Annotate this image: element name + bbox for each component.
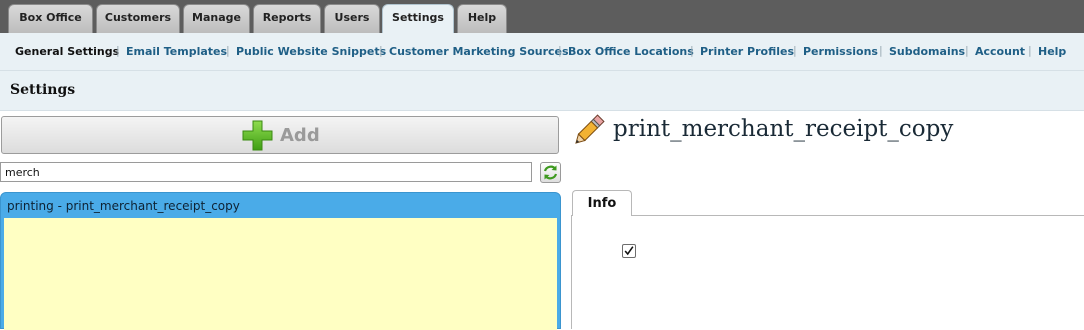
header-divider <box>0 110 1084 111</box>
settings-list: printing - print_merchant_receipt_copy <box>0 192 561 330</box>
subnav-permissions[interactable]: Permissions <box>803 45 878 58</box>
plus-icon <box>242 120 273 151</box>
subnav-separator: | <box>793 44 797 57</box>
tab-reports[interactable]: Reports <box>253 4 321 33</box>
tab-customers[interactable]: Customers <box>96 4 180 33</box>
tab-settings[interactable]: Settings <box>382 4 454 34</box>
subnav-separator: | <box>965 44 969 57</box>
detail-title: print_merchant_receipt_copy <box>613 116 954 142</box>
top-tab-bar: Box Office Customers Manage Reports User… <box>0 0 1084 34</box>
refresh-icon <box>543 165 558 180</box>
subnav-help[interactable]: Help <box>1038 45 1066 58</box>
subnav-printer-profiles[interactable]: Printer Profiles <box>700 45 794 58</box>
subnav-email-templates[interactable]: Email Templates <box>126 45 227 58</box>
list-item[interactable]: printing - print_merchant_receipt_copy <box>1 193 560 217</box>
subnav-separator: | <box>379 44 383 57</box>
detail-tab-strip <box>571 190 1084 216</box>
settings-subnav: General Settings | Email Templates | Pub… <box>0 33 1084 70</box>
info-panel <box>571 216 1084 329</box>
subnav-separator: | <box>1028 44 1032 57</box>
subnav-subdomains[interactable]: Subdomains <box>889 45 965 58</box>
subnav-separator: | <box>690 44 694 57</box>
tab-info[interactable]: Info <box>572 190 632 217</box>
tab-help[interactable]: Help <box>457 4 507 33</box>
subnav-general-settings[interactable]: General Settings <box>15 45 119 58</box>
refresh-button[interactable] <box>540 162 561 183</box>
subnav-customer-marketing-sources[interactable]: Customer Marketing Sources <box>389 45 569 58</box>
pencil-icon <box>575 114 605 144</box>
tab-manage[interactable]: Manage <box>183 4 250 33</box>
subnav-separator: | <box>558 44 562 57</box>
subnav-separator: | <box>226 44 230 57</box>
list-body <box>4 218 557 330</box>
search-input[interactable] <box>0 162 532 182</box>
page-title: Settings <box>10 82 76 98</box>
add-button-label: Add <box>280 125 320 146</box>
subnav-public-website-snippets[interactable]: Public Website Snippets <box>236 45 386 58</box>
tab-box-office[interactable]: Box Office <box>8 4 93 33</box>
subnav-separator: | <box>879 44 883 57</box>
tab-users[interactable]: Users <box>324 4 380 33</box>
subnav-account[interactable]: Account <box>975 45 1025 58</box>
subnav-box-office-locations[interactable]: Box Office Locations <box>568 45 694 58</box>
subnav-separator: | <box>116 44 120 57</box>
checkmark-icon <box>624 246 634 256</box>
value-checkbox[interactable] <box>622 244 636 258</box>
page-header: Settings <box>0 70 1084 111</box>
add-button[interactable]: Add <box>1 116 559 154</box>
